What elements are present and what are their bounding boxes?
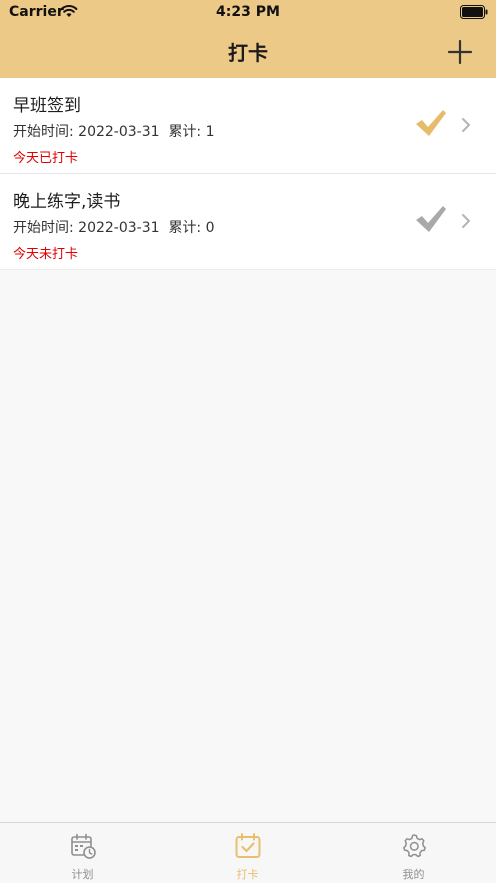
checkin-row-morning-shift[interactable]: 早班签到 开始时间: 2022-03-31 累计: 1 今天已打卡 (0, 78, 496, 173)
status-time: 4:23 PM (216, 4, 280, 20)
chevron-right-icon (462, 118, 470, 132)
checkin-list: 早班签到 开始时间: 2022-03-31 累计: 1 今天已打卡 晚上练字,读… (0, 78, 496, 270)
navigation-bar: 打卡 (0, 26, 496, 78)
tab-label: 我的 (402, 868, 425, 881)
checkin-row-evening-practice[interactable]: 晚上练字,读书 开始时间: 2022-03-31 累计: 0 今天未打卡 (0, 173, 496, 269)
tab-plan[interactable]: 计划 (0, 823, 165, 883)
checkin-status: 今天未打卡 (13, 247, 79, 262)
checkin-title: 晚上练字,读书 (13, 192, 121, 212)
checkmark-pending-icon (416, 206, 446, 232)
checkin-meta: 开始时间: 2022-03-31 累计: 1 (13, 121, 215, 141)
add-button[interactable] (446, 38, 474, 66)
chevron-right-icon (462, 214, 470, 228)
tab-label: 打卡 (236, 868, 259, 881)
total-count: 累计: 0 (168, 220, 215, 236)
battery-icon (460, 5, 488, 19)
start-date: 开始时间: 2022-03-31 (13, 220, 160, 236)
status-bar: Carrier 4:23 PM (0, 0, 496, 26)
list-divider (0, 269, 496, 270)
checkmark-done-icon (416, 110, 446, 136)
checkin-meta: 开始时间: 2022-03-31 累计: 0 (13, 217, 215, 237)
checkin-title: 早班签到 (13, 96, 81, 116)
total-count: 累计: 1 (168, 124, 215, 140)
checkin-status: 今天已打卡 (13, 151, 79, 166)
plus-icon (447, 39, 473, 65)
tab-bar: 计划 打卡 我的 (0, 822, 496, 883)
tab-label: 计划 (71, 868, 94, 881)
page-title: 打卡 (228, 41, 268, 65)
start-date: 开始时间: 2022-03-31 (13, 124, 160, 140)
calendar-clock-icon (70, 833, 96, 859)
gear-icon (402, 834, 426, 858)
tab-mine[interactable]: 我的 (331, 823, 496, 883)
tab-checkin[interactable]: 打卡 (165, 823, 330, 883)
calendar-check-icon (235, 833, 260, 858)
